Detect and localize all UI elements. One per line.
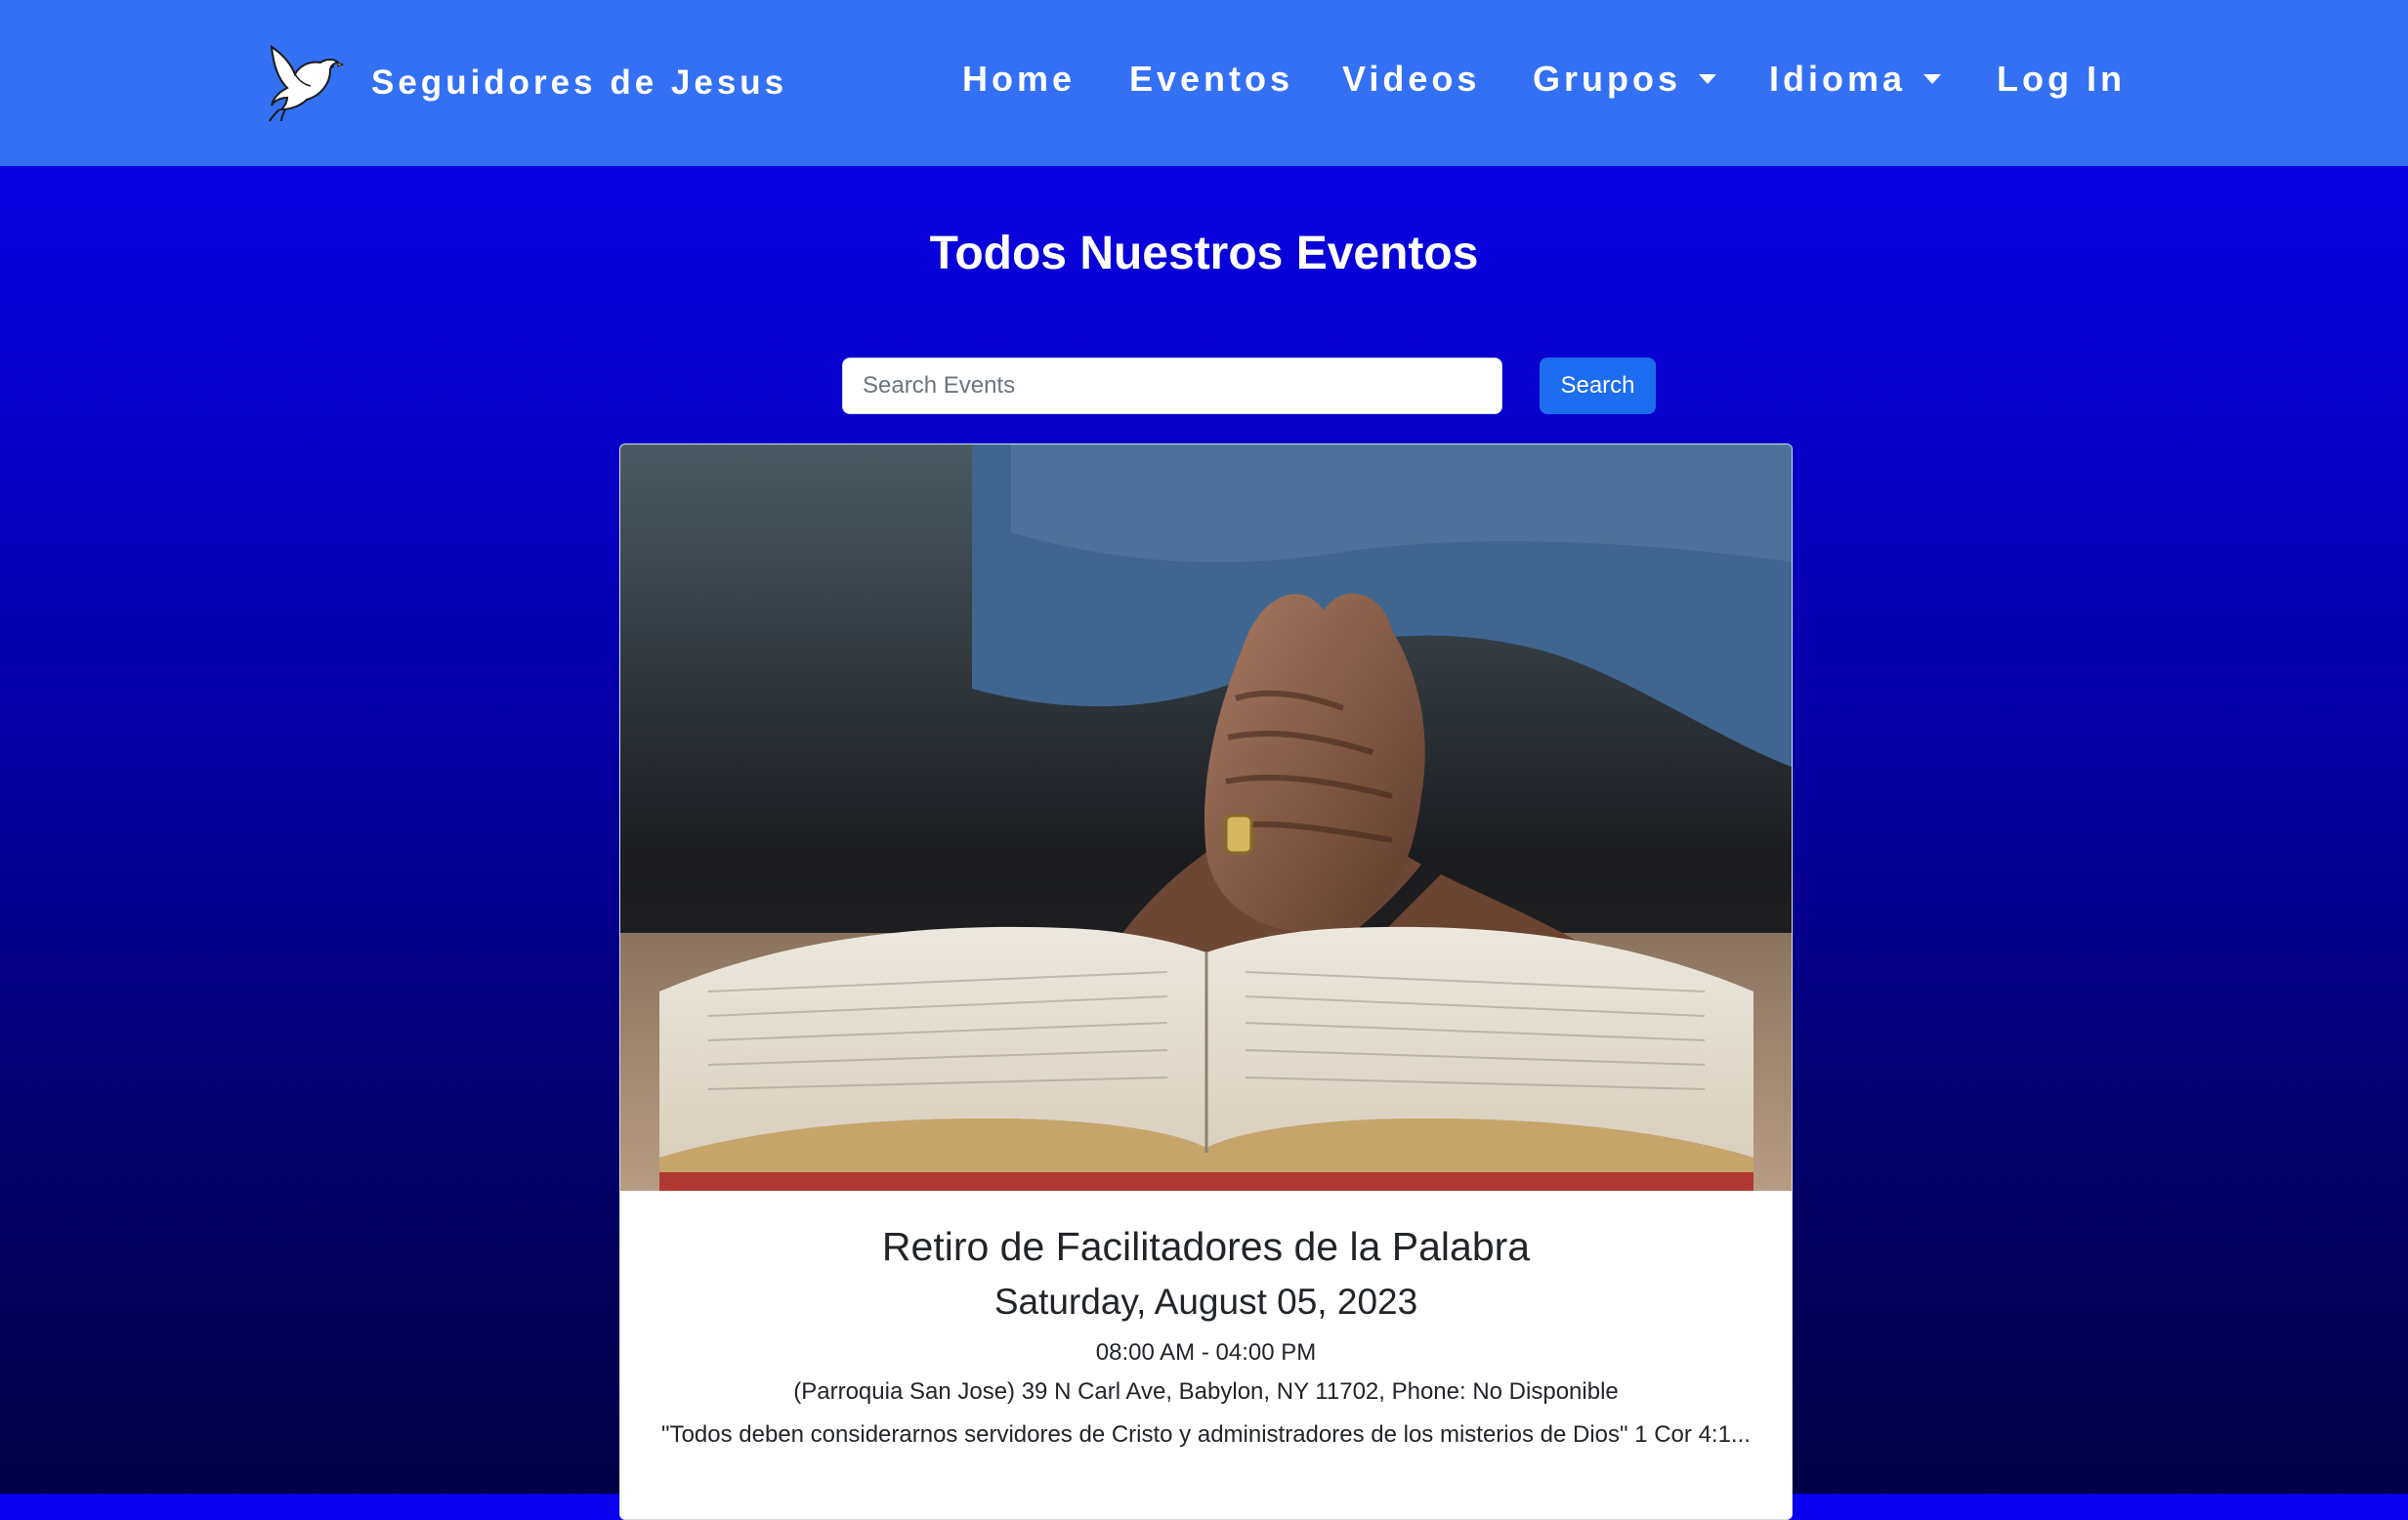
- brand-name: Seguidores de Jesus: [371, 63, 788, 102]
- nav-videos-label: Videos: [1342, 59, 1481, 99]
- chevron-down-icon: [1923, 74, 1942, 84]
- top-navbar: Seguidores de Jesus Home Eventos Videos …: [0, 0, 2408, 166]
- nav-idioma-dropdown[interactable]: Idioma: [1769, 59, 1942, 100]
- nav-login[interactable]: Log In: [1997, 59, 2126, 100]
- praying-hands-bible-photo: [620, 444, 1792, 1191]
- event-description: "Todos deben considerarnos servidores de…: [661, 1421, 1751, 1448]
- nav-login-label: Log In: [1997, 59, 2126, 99]
- nav-eventos-label: Eventos: [1129, 59, 1294, 99]
- search-input[interactable]: [842, 358, 1502, 414]
- nav-idioma-label: Idioma: [1769, 59, 1907, 99]
- event-date: Saturday, August 05, 2023: [993, 1282, 1418, 1322]
- search-button[interactable]: Search: [1540, 358, 1656, 414]
- event-location: (Parroquia San Jose) 39 N Carl Ave, Baby…: [793, 1378, 1619, 1405]
- nav-eventos[interactable]: Eventos: [1129, 59, 1293, 100]
- page-title: Todos Nuestros Eventos: [929, 228, 1479, 279]
- brand-link[interactable]: Seguidores de Jesus: [266, 39, 787, 127]
- nav-grupos-label: Grupos: [1533, 59, 1682, 99]
- dove-icon: [269, 44, 344, 122]
- nav-home[interactable]: Home: [962, 59, 1076, 100]
- nav-home-label: Home: [962, 59, 1077, 99]
- event-time: 08:00 AM - 04:00 PM: [1095, 1339, 1317, 1366]
- event-title[interactable]: Retiro de Facilitadores de la Palabra: [620, 1224, 1792, 1270]
- chevron-down-icon: [1699, 74, 1717, 84]
- nav-grupos-dropdown[interactable]: Grupos: [1533, 59, 1717, 100]
- nav-videos[interactable]: Videos: [1342, 59, 1480, 100]
- event-card[interactable]: Retiro de Facilitadores de la Palabra Sa…: [619, 443, 1793, 1520]
